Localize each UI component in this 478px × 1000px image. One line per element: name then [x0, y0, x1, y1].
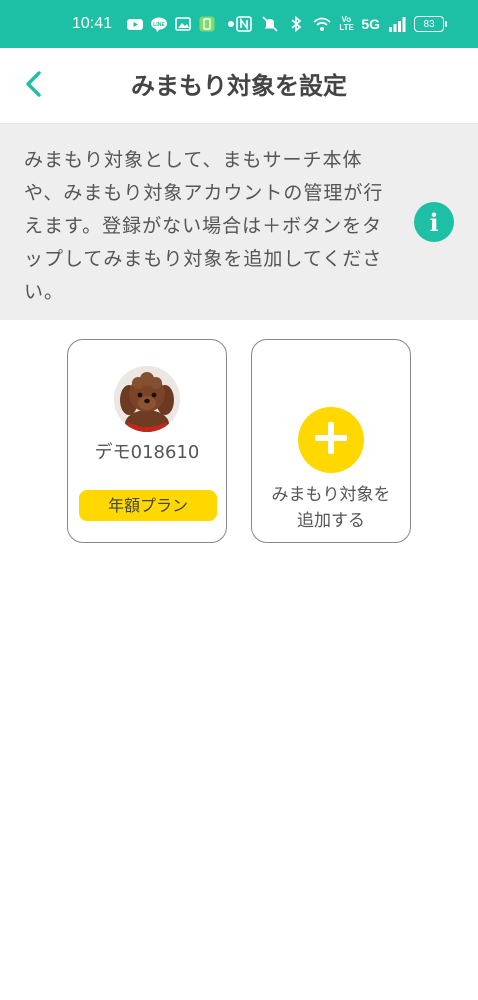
youtube-icon [126, 15, 144, 33]
info-button[interactable]: i [414, 202, 454, 242]
wifi-icon [313, 15, 331, 33]
plus-icon [313, 420, 349, 460]
app-icon [198, 15, 216, 33]
add-target-card[interactable]: みまもり対象を 追加する [251, 339, 411, 543]
signal-icon [388, 15, 406, 33]
volte-label: Vo LTE [339, 15, 354, 32]
add-label-line: みまもり対象を [271, 485, 391, 505]
info-icon: i [429, 207, 439, 237]
info-panel: みまもり対象として、まもサーチ本体 や、みまもり対象アカウントの管理が行 えます… [0, 124, 478, 320]
status-notification-icons: LINE [126, 14, 240, 34]
info-line: みまもり対象として、まもサーチ本体 [24, 149, 363, 171]
line-icon: LINE [150, 15, 168, 33]
add-target-button[interactable] [298, 407, 364, 473]
mute-icon [261, 15, 279, 33]
page-title: みまもり対象を設定 [131, 72, 347, 100]
status-time: 10:41 [72, 15, 113, 32]
plan-badge: 年額プラン [79, 490, 217, 521]
info-line: ップしてみまもり対象を追加してくださ [24, 248, 383, 270]
info-line: い。 [24, 281, 65, 303]
status-bar: 10:41 LINE Vo LTE 5G 83 [0, 0, 478, 48]
bluetooth-icon [287, 15, 305, 33]
status-system-icons: Vo LTE 5G 83 [235, 12, 447, 36]
network-label: 5G [361, 16, 380, 32]
dog-avatar [114, 366, 180, 432]
info-line: や、みまもり対象アカウントの管理が行 [24, 182, 384, 204]
add-label-line: 追加する [297, 511, 365, 531]
gallery-icon [174, 15, 192, 33]
target-name: デモ018610 [94, 442, 200, 463]
target-card[interactable]: デモ018610 年額プラン [67, 339, 227, 543]
info-line: えます。登録がない場合は＋ボタンをタ [24, 215, 383, 237]
nfc-icon [235, 15, 253, 33]
app-header: みまもり対象を設定 [0, 48, 478, 124]
battery-icon: 83 [414, 16, 447, 32]
svg-text:LINE: LINE [153, 22, 165, 28]
info-description: みまもり対象として、まもサーチ本体 や、みまもり対象アカウントの管理が行 えます… [24, 144, 394, 309]
add-target-label: みまもり対象を 追加する [252, 482, 410, 534]
